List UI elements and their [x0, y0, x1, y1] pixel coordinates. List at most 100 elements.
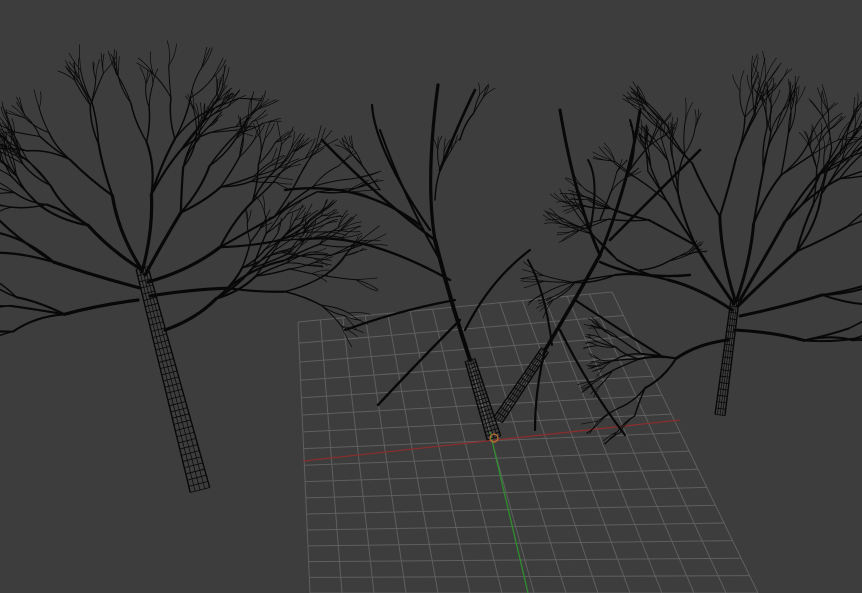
- tree-left-branch: [355, 279, 379, 291]
- tree-right-branch: [775, 103, 790, 131]
- tree-right-branch: [581, 420, 599, 425]
- tree-left-branch: [294, 137, 310, 153]
- grid-line: [364, 315, 407, 593]
- tree-left-branch: [49, 184, 90, 227]
- tree-left-branch: [284, 290, 322, 306]
- grid-line: [319, 319, 343, 593]
- tree-left-branch: [210, 111, 222, 125]
- floor-grid: [297, 291, 759, 593]
- tree-left-branch: [347, 181, 368, 192]
- tree-left-branch: [208, 132, 238, 167]
- tree-right-branch: [820, 102, 839, 119]
- tree-left-branch: [93, 62, 97, 80]
- tree-right-branch: [738, 293, 824, 318]
- 3d-viewport[interactable]: [0, 0, 862, 593]
- grid-line: [306, 504, 716, 515]
- tree-left-branch: [139, 66, 147, 85]
- grid-line: [297, 321, 311, 593]
- tree-left-branch: [251, 173, 281, 203]
- tree-center-trunk-mesh: [469, 359, 495, 439]
- tree-left-branch: [115, 50, 118, 74]
- tree-right-branch: [622, 98, 645, 110]
- grid-line: [589, 293, 727, 593]
- tree-left-branch: [278, 225, 300, 242]
- tree-right-wireframe[interactable]: [520, 50, 862, 445]
- tree-left-branch: [79, 44, 82, 72]
- tree-right-branch: [812, 129, 830, 155]
- tree-right-branch: [647, 218, 697, 247]
- tree-right-branch: [780, 153, 814, 176]
- tree-right-branch: [667, 278, 734, 312]
- tree-center-twig: [639, 260, 670, 271]
- tree-right-branch: [643, 357, 678, 390]
- tree-left-branch: [0, 330, 14, 337]
- tree-left-branch: [166, 40, 170, 67]
- tree-left-trunk-mesh: [141, 267, 201, 491]
- tree-left-branch: [163, 297, 218, 332]
- tree-right-branch: [732, 74, 741, 92]
- tree-right-branch: [739, 90, 746, 118]
- tree-left-branch: [91, 72, 104, 103]
- tree-left-branch: [13, 131, 41, 137]
- tree-left-branch: [52, 260, 142, 290]
- tree-left-branch: [323, 253, 347, 277]
- tree-center-branch: [533, 348, 547, 432]
- tree-left-branch: [38, 91, 42, 109]
- tree-left-branch: [246, 222, 251, 243]
- tree-right-trunk-mesh: [717, 299, 734, 415]
- tree-right-branch: [822, 135, 826, 152]
- tree-left-wireframe[interactable]: [0, 40, 388, 493]
- tree-left-branch: [15, 296, 66, 316]
- tree-left-branch: [208, 138, 237, 167]
- tree-left-branch: [348, 312, 371, 315]
- tree-left-branch: [250, 175, 276, 182]
- tree-left-trunk-mesh: [144, 267, 206, 489]
- tree-left-branch: [309, 247, 327, 253]
- tree-left-branch: [311, 269, 330, 275]
- tree-left-branch: [278, 151, 296, 175]
- tree-left-branch: [0, 192, 16, 194]
- tree-left-branch: [12, 313, 66, 333]
- tree-center-wireframe[interactable]: [283, 82, 708, 441]
- tree-left-branch: [309, 251, 328, 255]
- tree-center-branch: [463, 248, 532, 332]
- tree-left-branch: [24, 115, 41, 137]
- tree-right-branch: [780, 133, 789, 176]
- tree-left-branch: [13, 191, 48, 206]
- tree-right-branch: [783, 173, 820, 223]
- grid-line: [387, 313, 439, 593]
- tree-left-branch: [148, 83, 154, 109]
- viewport-scene[interactable]: [0, 0, 862, 593]
- tree-left-branch: [275, 135, 292, 143]
- tree-left-branch: [95, 59, 101, 80]
- tree-left-branch: [74, 79, 91, 106]
- tree-center-twig: [437, 149, 441, 171]
- grid-line: [544, 298, 663, 593]
- tree-left-branch: [251, 114, 268, 122]
- tree-left-trunk-edge: [147, 266, 211, 488]
- grid-line: [307, 522, 725, 531]
- tree-right-branch: [684, 128, 696, 155]
- tree-left-branch: [102, 53, 105, 74]
- tree-right-branch: [683, 121, 686, 155]
- tree-right-branch: [521, 278, 545, 282]
- tree-right-branch: [771, 89, 781, 108]
- tree-right-branch: [718, 157, 737, 218]
- tree-right-branch: [820, 91, 824, 117]
- tree-left-branch: [289, 268, 313, 275]
- tree-right-branch: [848, 321, 862, 330]
- tree-left-branch: [152, 73, 172, 99]
- tree-left-branch: [145, 83, 150, 109]
- tree-left-branch: [62, 298, 140, 316]
- grid-line: [409, 311, 471, 593]
- tree-center-twig: [482, 83, 490, 98]
- tree-center-trunk-edge: [464, 361, 488, 441]
- tree-center-twig: [473, 96, 484, 114]
- tree-left-branch: [0, 304, 11, 307]
- tree-left-branch: [148, 286, 230, 298]
- tree-left-branch: [286, 262, 308, 267]
- tree-right-branch: [691, 162, 721, 218]
- tree-left-branch: [145, 69, 152, 85]
- tree-left-branch: [86, 223, 144, 272]
- tree-left-branch: [355, 279, 379, 292]
